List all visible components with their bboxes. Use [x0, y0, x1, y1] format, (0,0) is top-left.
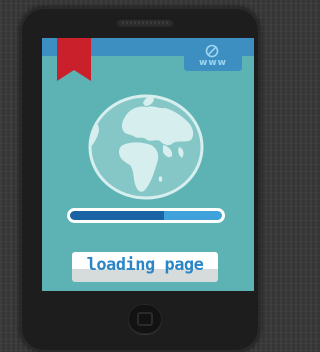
- bookmark-icon[interactable]: [57, 38, 91, 81]
- web-button[interactable]: www: [184, 41, 242, 71]
- home-button[interactable]: [128, 304, 162, 334]
- speaker-grille: [116, 18, 174, 27]
- loading-page-button[interactable]: loading page: [72, 252, 218, 282]
- ban-icon: [205, 44, 219, 58]
- www-label: www: [199, 58, 227, 68]
- tablet-screen: www loading page: [42, 38, 254, 291]
- globe-icon: [88, 94, 204, 200]
- loading-page-label: loading page: [86, 255, 204, 275]
- progress-fill: [70, 211, 165, 220]
- progress-bar: [67, 208, 225, 223]
- progress-track: [70, 211, 222, 220]
